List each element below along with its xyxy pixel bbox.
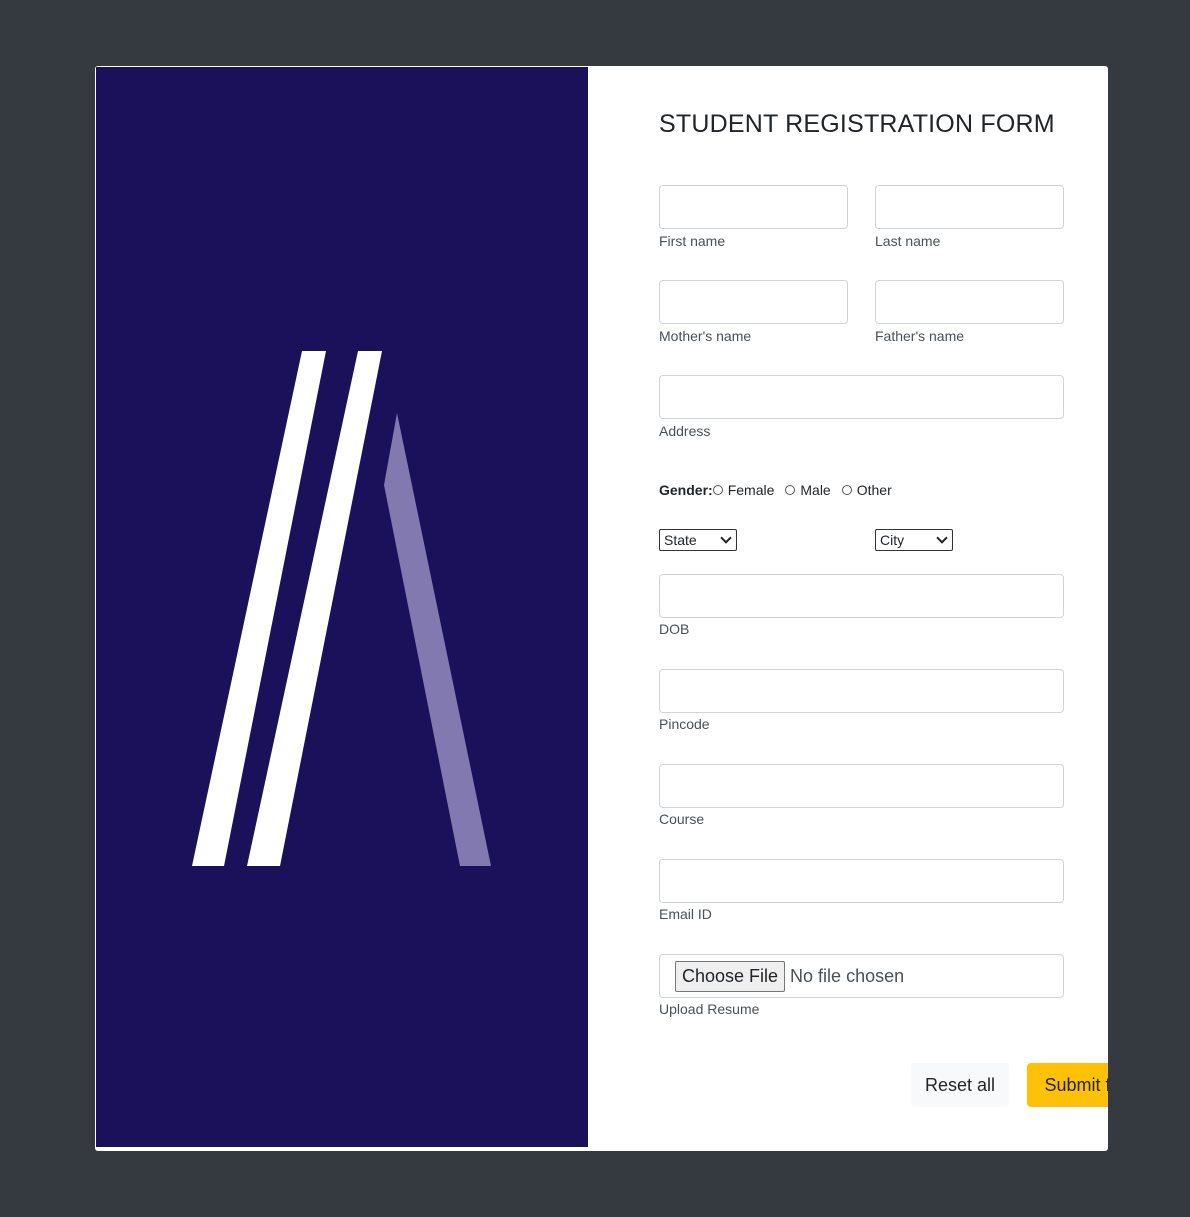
dob-input[interactable] xyxy=(659,574,1064,618)
course-input[interactable] xyxy=(659,764,1064,808)
address-label: Address xyxy=(659,423,711,439)
last-name-input[interactable] xyxy=(875,185,1064,229)
gender-option-male[interactable]: Male xyxy=(785,482,831,498)
gender-option-label: Female xyxy=(727,482,775,498)
brand-logo xyxy=(192,351,491,866)
logo-accent-stroke xyxy=(384,413,491,866)
resume-label: Upload Resume xyxy=(659,1001,760,1017)
chevron-down-icon xyxy=(936,532,948,544)
state-select[interactable]: State xyxy=(659,529,737,551)
dob-label: DOB xyxy=(659,621,690,637)
gender-option-female[interactable]: Female xyxy=(712,482,775,498)
radio-icon[interactable] xyxy=(712,485,723,495)
mothers-name-label: Mother's name xyxy=(659,328,752,344)
radio-icon[interactable] xyxy=(785,485,796,495)
last-name-label: Last name xyxy=(875,233,941,249)
email-label: Email ID xyxy=(659,906,712,922)
gender-option-label: Other xyxy=(856,482,892,498)
fathers-name-label: Father's name xyxy=(875,328,965,344)
email-input[interactable] xyxy=(659,859,1064,903)
registration-card: STUDENT REGISTRATION FORM First name Las… xyxy=(95,66,1108,1151)
pincode-input[interactable] xyxy=(659,669,1064,713)
pincode-label: Pincode xyxy=(659,716,710,732)
gender-group: Gender: Female Male Other xyxy=(659,480,903,500)
gender-option-other[interactable]: Other xyxy=(841,482,892,498)
mothers-name-input[interactable] xyxy=(659,280,848,324)
reset-button[interactable]: Reset all xyxy=(911,1063,1009,1107)
gender-label: Gender: xyxy=(659,482,713,498)
first-name-input[interactable] xyxy=(659,185,848,229)
choose-file-button[interactable]: Choose File xyxy=(675,960,786,992)
form-panel: STUDENT REGISTRATION FORM First name Las… xyxy=(588,66,1108,1151)
brand-panel xyxy=(96,67,588,1147)
resume-file-input[interactable]: Choose File No file chosen xyxy=(659,954,1064,998)
city-select-value: City xyxy=(880,532,905,548)
submit-button[interactable]: Submit form xyxy=(1027,1063,1108,1107)
fathers-name-input[interactable] xyxy=(875,280,1064,324)
city-select[interactable]: City xyxy=(875,529,953,551)
gender-option-label: Male xyxy=(800,482,831,498)
radio-icon[interactable] xyxy=(841,485,852,495)
page-title: STUDENT REGISTRATION FORM xyxy=(659,110,1055,138)
address-input[interactable] xyxy=(659,375,1064,419)
chevron-down-icon xyxy=(720,532,732,544)
file-status-text: No file chosen xyxy=(790,965,905,986)
state-select-value: State xyxy=(664,532,697,548)
first-name-label: First name xyxy=(659,233,726,249)
course-label: Course xyxy=(659,811,705,827)
